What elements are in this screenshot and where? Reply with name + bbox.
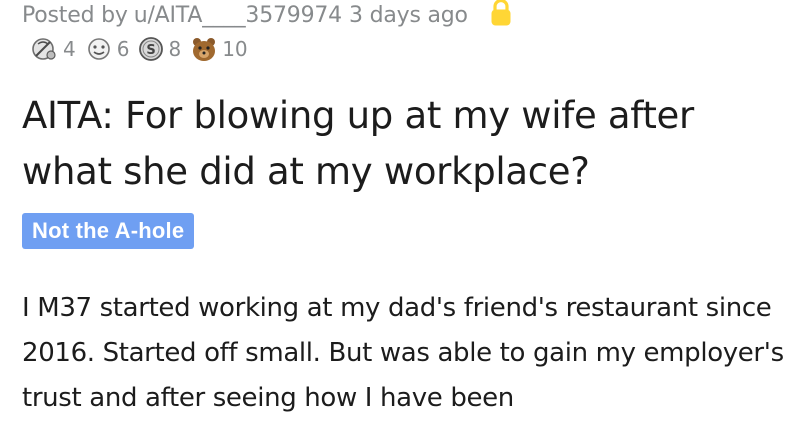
lock-icon: [486, 0, 516, 28]
flair-badge[interactable]: Not the A-hole: [22, 213, 195, 249]
post-title[interactable]: AITA: For blowing up at my wife after wh…: [22, 88, 792, 200]
award-wholesome[interactable]: 4: [30, 36, 76, 62]
award-count: 6: [116, 37, 130, 61]
svg-text:S: S: [147, 43, 156, 58]
post-body: I M37 started working at my dad's friend…: [22, 293, 784, 413]
author-link[interactable]: u/AITA____3579974: [134, 3, 342, 28]
award-helpful[interactable]: 6: [84, 36, 130, 62]
wholesome-award-icon: [30, 36, 60, 62]
post-meta: Posted by u/AITA____3579974 3 days ago: [22, 0, 516, 30]
award-silver[interactable]: S 8: [137, 36, 181, 62]
award-bear[interactable]: 10: [189, 35, 248, 63]
post-timestamp[interactable]: 3 days ago: [349, 3, 468, 28]
awards-row[interactable]: 4 6 S 8 10: [30, 34, 256, 64]
award-count: 4: [63, 37, 76, 61]
posted-by-label: Posted by: [22, 2, 128, 28]
silver-award-icon: S: [137, 36, 165, 62]
award-count: 10: [222, 37, 248, 61]
helpful-award-icon: [84, 36, 114, 62]
bear-award-icon: [189, 35, 219, 63]
award-count: 8: [168, 37, 182, 61]
